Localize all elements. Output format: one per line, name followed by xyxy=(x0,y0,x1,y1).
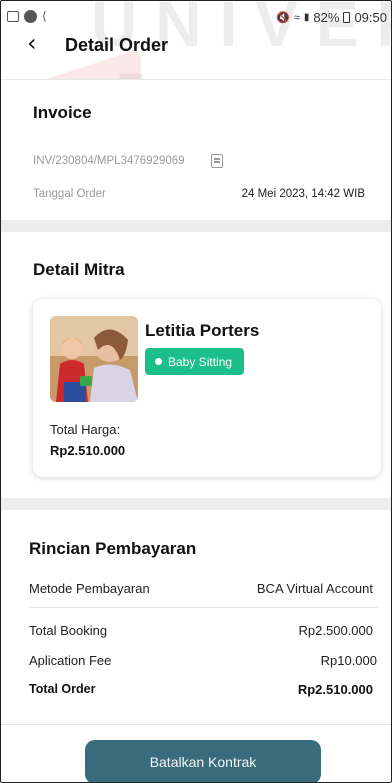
cancel-contract-button[interactable]: Batalkan Kontrak xyxy=(85,740,321,782)
payment-heading: Rincian Pembayaran xyxy=(29,539,197,558)
badge-dot-icon xyxy=(155,358,162,365)
mitra-card[interactable]: Letitia Porters Baby Sitting Total Harga… xyxy=(33,299,381,477)
mitra-photo xyxy=(50,316,138,402)
service-label: Baby Sitting xyxy=(168,354,233,369)
app-header: ‹ Detail Order xyxy=(1,27,391,73)
footer-divider xyxy=(1,724,391,725)
battery-percent: 82% xyxy=(313,10,340,25)
total-booking-value: Rp2.500.000 xyxy=(298,623,373,638)
payment-method-value: BCA Virtual Account xyxy=(256,581,373,596)
total-booking-label: Total Booking xyxy=(29,623,108,638)
payment-method-label: Metode Pembayaran xyxy=(29,581,150,596)
section-divider xyxy=(1,498,391,510)
status-right: 🔇 ≈ ▮ 82% 09:50 xyxy=(276,10,387,25)
notification-icon xyxy=(24,9,37,23)
order-date-label: Tanggal Order xyxy=(33,188,106,200)
section-divider xyxy=(1,220,391,232)
battery-icon xyxy=(343,12,351,23)
status-left: ⟨ xyxy=(7,9,47,23)
total-order-value: Rp2.510.000 xyxy=(297,682,373,697)
service-badge: Baby Sitting xyxy=(145,348,245,375)
gallery-icon xyxy=(7,10,19,22)
mitra-name: Letitia Porters xyxy=(145,321,260,340)
payment-section: Rincian Pembayaran Metode Pembayaran BCA… xyxy=(1,510,391,722)
phone-frame: UNIVERS Dinan ⟨ 🔇 ≈ ▮ 82% 09:50 ‹ Detail… xyxy=(0,0,392,783)
clock: 09:50 xyxy=(354,10,387,25)
total-order-label: Total Order xyxy=(29,682,96,696)
invoice-number: INV/230804/MPL3476929069 xyxy=(33,155,185,167)
invoice-heading: Invoice xyxy=(33,103,92,122)
total-price-label: Total Harga: xyxy=(50,422,121,437)
page-title: Detail Order xyxy=(65,35,169,55)
payment-divider xyxy=(29,607,378,608)
application-fee-value: Rp10.000 xyxy=(320,653,377,668)
header-divider xyxy=(1,79,391,80)
copy-icon[interactable] xyxy=(211,154,223,168)
application-fee-label: Aplication Fee xyxy=(29,653,112,668)
signal-icon: ▮ xyxy=(303,12,310,23)
order-date-value: 24 Mei 2023, 14:42 WIB xyxy=(241,188,365,200)
total-price-value: Rp2.510.000 xyxy=(50,443,126,458)
wifi-icon: ≈ xyxy=(293,11,300,24)
mute-icon: 🔇 xyxy=(276,12,290,24)
mitra-heading: Detail Mitra xyxy=(33,260,125,279)
invoice-section: Invoice INV/230804/MPL3476929069 Tanggal… xyxy=(1,79,391,217)
back-chevron-icon[interactable]: ‹ xyxy=(27,31,37,55)
send-icon: ⟨ xyxy=(42,9,47,23)
